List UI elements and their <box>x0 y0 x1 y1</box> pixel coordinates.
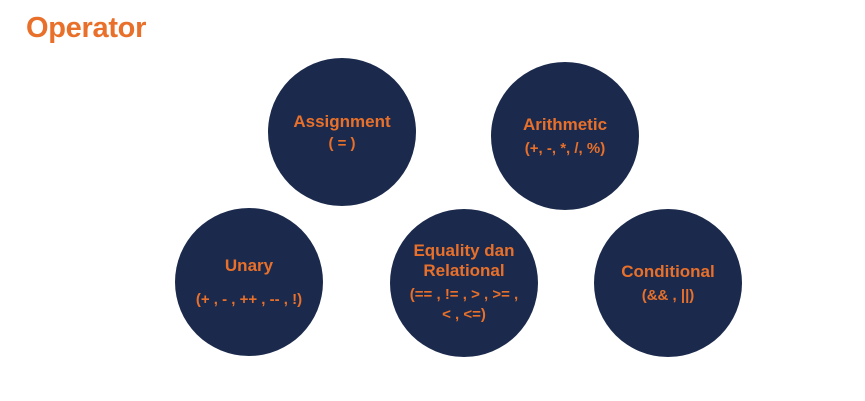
operator-name: Unary <box>224 255 274 275</box>
operator-name: Assignment <box>293 111 391 131</box>
operator-name-line-1: Equality dan <box>413 241 515 260</box>
operator-symbols: ( = ) <box>328 134 356 152</box>
operator-symbols: (+ , - , ++ , -- , !) <box>195 290 303 308</box>
operator-symbols-line-2: < , <=) <box>442 306 486 323</box>
operator-symbols-line-1: (== , != , > , >= , <box>409 286 519 303</box>
operator-name: Conditional <box>621 261 715 281</box>
operator-symbols: (&& , ||) <box>641 286 695 304</box>
operator-circle-equality-relational: Equality dan Relational (== , != , > , >… <box>390 209 538 357</box>
operator-circle-conditional: Conditional (&& , ||) <box>594 209 742 357</box>
operator-circle-arithmetic: Arithmetic (+, -, *, /, %) <box>491 62 639 210</box>
operator-circle-unary: Unary (+ , - , ++ , -- , !) <box>175 208 323 356</box>
operator-name-line-2: Relational <box>423 261 505 280</box>
operator-symbols: (+, -, *, /, %) <box>524 139 606 157</box>
operator-circle-assignment: Assignment ( = ) <box>268 58 416 206</box>
page-title: Operator <box>26 12 147 44</box>
operator-name: Arithmetic <box>522 114 608 134</box>
